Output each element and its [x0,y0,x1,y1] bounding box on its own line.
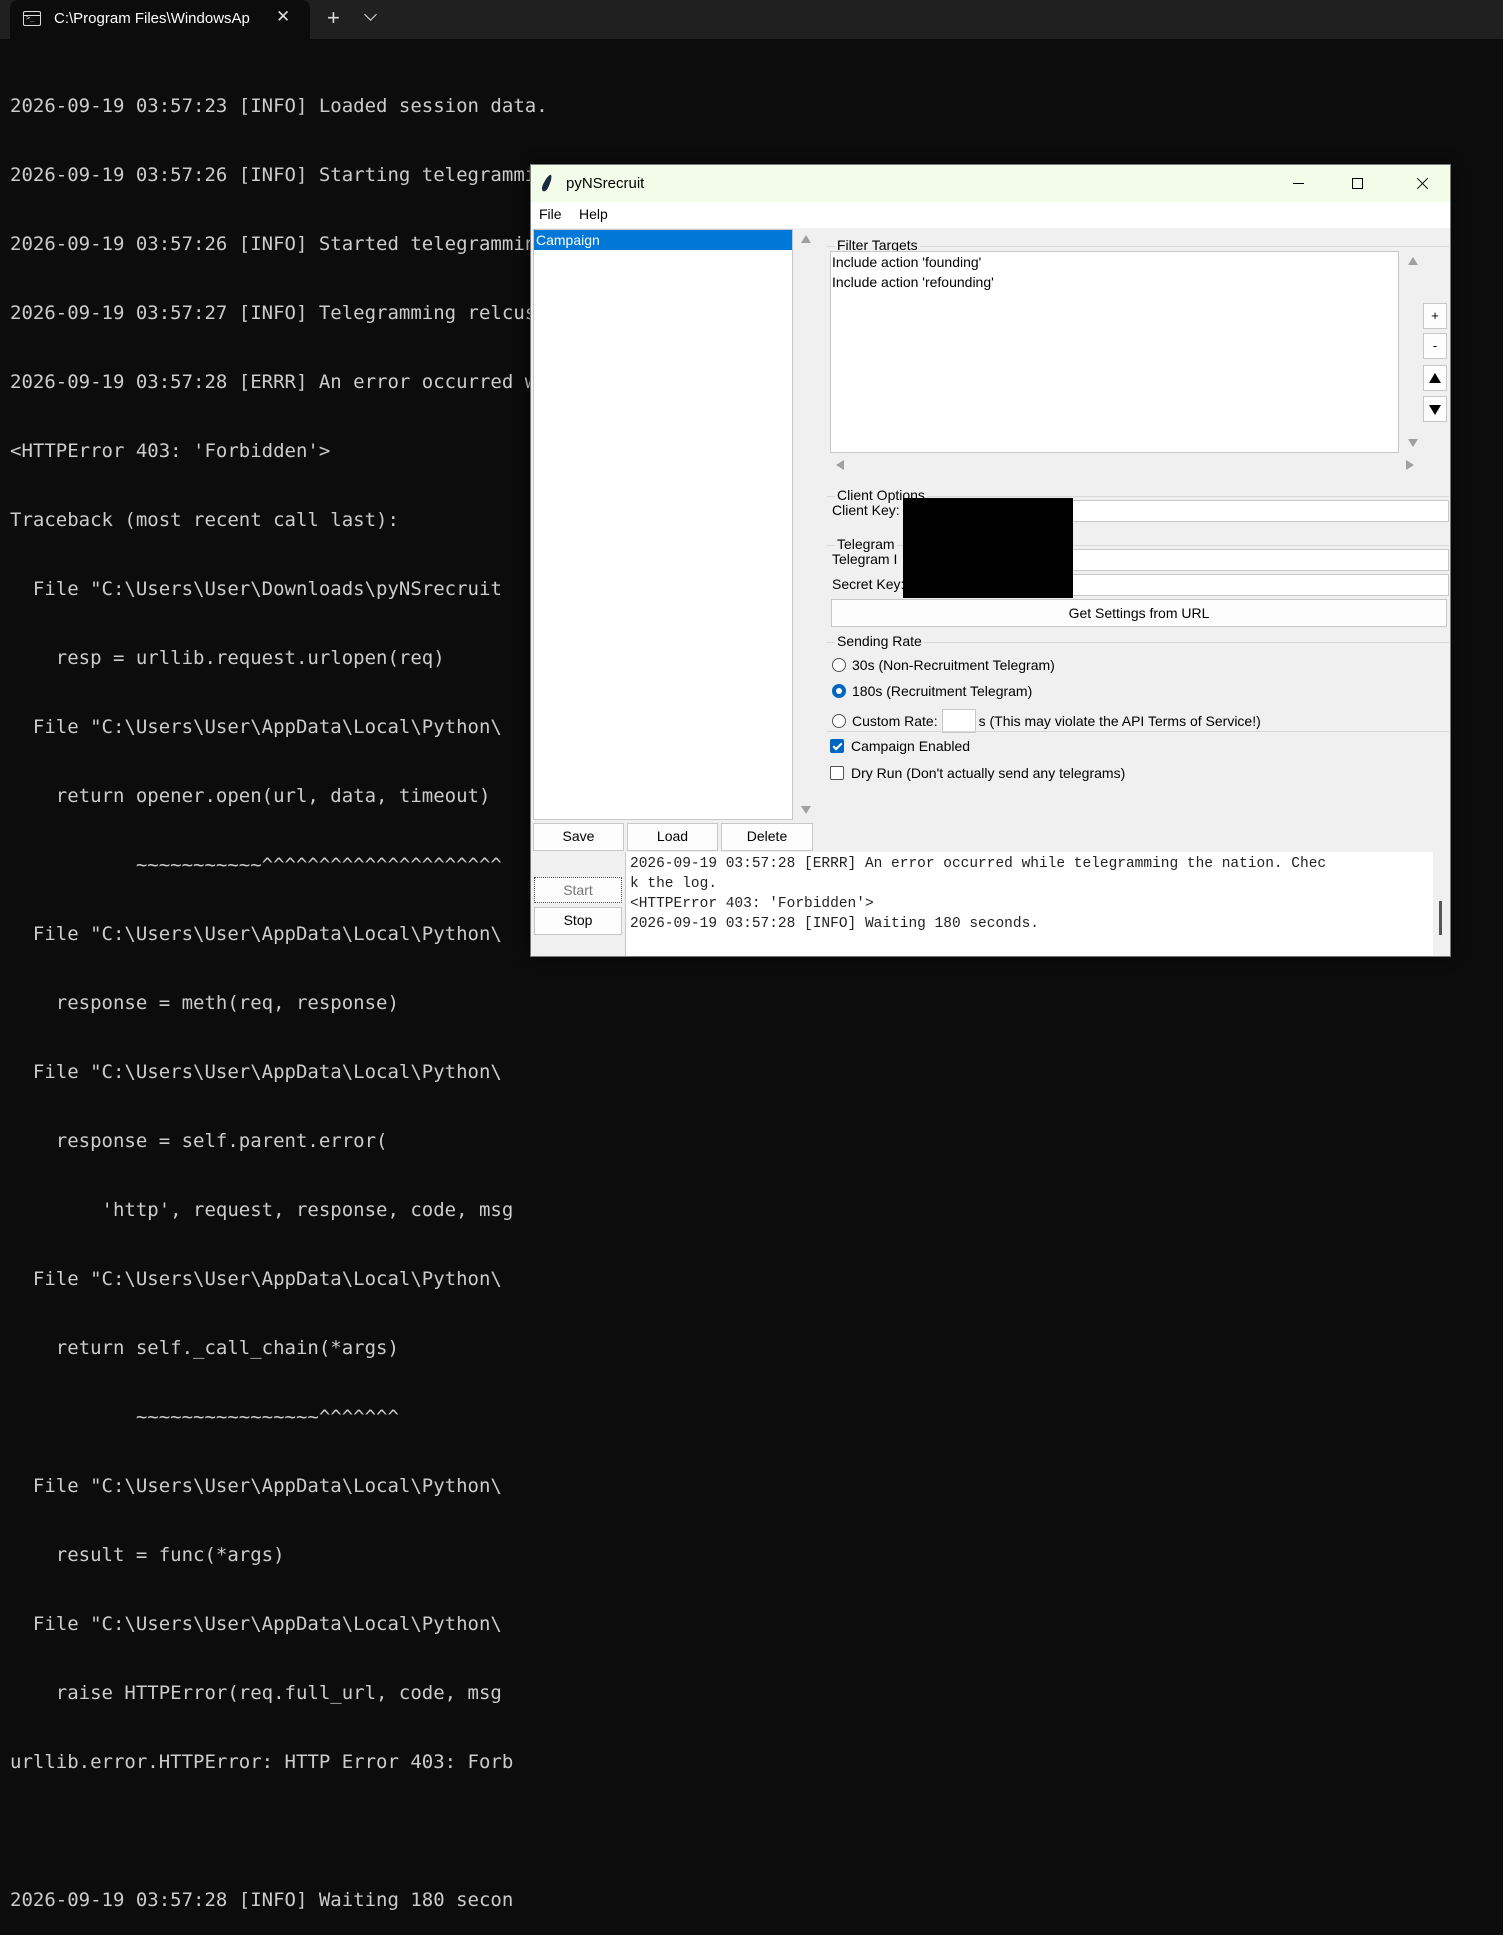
secret-key-label: Secret Key: [832,576,905,592]
log-output[interactable]: 2026-09-19 03:57:28 [ERRR] An error occu… [625,852,1433,956]
console-line: 'http', request, response, code, msg [10,1199,514,1221]
redaction-box [903,498,1073,598]
tab-title: C:\Program Files\WindowsAp [54,10,250,27]
custom-rate-suffix: s (This may violate the API Terms of Ser… [978,713,1261,729]
campaign-list-scrollbar[interactable] [797,229,813,820]
menu-bar: File Help [531,202,1450,228]
filter-vscrollbar[interactable] [1404,251,1420,453]
console-line: response = self.parent.error( [10,1130,388,1152]
console-line: File "C:\Users\User\AppData\Local\Python… [10,1061,502,1083]
start-button[interactable]: Start [534,877,622,903]
radio-custom[interactable] [832,714,846,728]
tab-close-icon[interactable]: ✕ [276,7,290,27]
save-button[interactable]: Save [533,823,624,851]
console-line: urllib.error.HTTPError: HTTP Error 403: … [10,1751,514,1773]
get-settings-button[interactable]: Get Settings from URL [831,599,1447,627]
log-scrollbar[interactable] [1439,901,1442,935]
new-tab-button[interactable]: + [327,5,340,31]
rate-option-30[interactable]: 30s (Non-Recruitment Telegram) [832,657,1055,673]
filter-item[interactable]: Include action 'founding' [832,252,1397,272]
telegram-label: Telegram [835,536,897,552]
terminal-icon [23,11,41,26]
telegram-id-label: Telegram I [832,551,898,567]
dry-run-label: Dry Run (Don't actually send any telegra… [851,765,1126,781]
filter-group-border [827,246,1449,247]
custom-rate-label: Custom Rate: [852,713,938,729]
dry-run-row[interactable]: Dry Run (Don't actually send any telegra… [830,765,1125,781]
terminal-tab-bar: C:\Program Files\WindowsAp ✕ + [0,0,1503,39]
scroll-down-icon[interactable] [1408,439,1418,447]
rate-180-label: 180s (Recruitment Telegram) [852,683,1033,699]
log-line: k the log. [630,876,718,892]
load-button[interactable]: Load [627,823,718,851]
rate-option-180[interactable]: 180s (Recruitment Telegram) [832,683,1032,699]
remove-filter-button[interactable]: - [1423,333,1447,359]
move-down-button[interactable] [1423,396,1447,422]
console-line: return self._call_chain(*args) [10,1337,399,1359]
scroll-down-icon[interactable] [801,806,811,814]
filter-targets-list[interactable]: Include action 'founding' Include action… [830,251,1399,453]
maximize-button[interactable] [1328,165,1386,202]
console-line: File "C:\Users\User\AppData\Local\Python… [10,1613,502,1635]
delete-button[interactable]: Delete [721,823,813,851]
console-line: raise HTTPError(req.full_url, code, msg [10,1682,502,1704]
console-line: ~~~~~~~~~~~~~~~~^^^^^^^ [10,1406,399,1428]
scroll-right-icon[interactable] [1406,460,1414,470]
console-line: 2026-09-19 03:57:23 [INFO] Loaded sessio… [10,95,548,117]
console-line: response = meth(req, response) [10,992,399,1014]
menu-help[interactable]: Help [579,206,608,222]
scroll-up-icon[interactable] [1408,257,1418,265]
client-key-label: Client Key: [832,502,900,518]
campaign-enabled-row[interactable]: Campaign Enabled [830,738,970,754]
feather-icon [540,173,554,193]
rate-group-bottom [827,731,1449,732]
rate-30-label: 30s (Non-Recruitment Telegram) [852,657,1055,673]
log-line: <HTTPError 403: 'Forbidden'> [630,896,874,912]
add-filter-button[interactable]: + [1423,303,1447,329]
dry-run-checkbox[interactable] [830,766,844,780]
scroll-left-icon[interactable] [836,460,844,470]
rate-option-custom[interactable]: Custom Rate: s (This may violate the API … [832,709,1261,733]
campaign-enabled-label: Campaign Enabled [851,738,971,754]
console-line: result = func(*args) [10,1544,285,1566]
console-line: 2026-09-19 03:57:28 [INFO] Waiting 180 s… [10,1889,514,1911]
console-line: File "C:\Users\User\AppData\Local\Python… [10,1268,502,1290]
filter-item[interactable]: Include action 'refounding' [832,272,1397,292]
radio-180[interactable] [832,684,846,698]
console-line: File "C:\Users\User\AppData\Local\Python… [10,1475,502,1497]
terminal-tab[interactable]: C:\Program Files\WindowsAp ✕ [10,0,310,39]
pynsrecruit-window: pyNSrecruit File Help Campaign Save Load… [530,164,1451,957]
minimize-button[interactable] [1269,165,1327,202]
custom-rate-input[interactable] [941,709,976,733]
chevron-down-icon[interactable] [364,8,377,21]
app-titlebar[interactable]: pyNSrecruit [531,165,1450,202]
log-line: 2026-09-19 03:57:28 [ERRR] An error occu… [630,856,1327,872]
arrow-down-icon [1429,405,1441,415]
campaign-enabled-checkbox[interactable] [830,739,844,753]
scroll-up-icon[interactable] [801,235,811,243]
radio-30[interactable] [832,658,846,672]
arrow-up-icon [1429,373,1441,383]
menu-file[interactable]: File [539,206,562,222]
close-button[interactable] [1393,165,1451,202]
campaign-list-item[interactable]: Campaign [534,230,792,250]
filter-hscrollbar[interactable] [830,456,1420,472]
stop-button[interactable]: Stop [534,907,622,935]
campaign-list[interactable]: Campaign [533,229,793,820]
move-up-button[interactable] [1423,365,1447,391]
log-line: 2026-09-19 03:57:28 [INFO] Waiting 180 s… [630,916,1039,932]
sending-rate-label: Sending Rate [835,633,924,649]
app-title: pyNSrecruit [566,175,645,192]
